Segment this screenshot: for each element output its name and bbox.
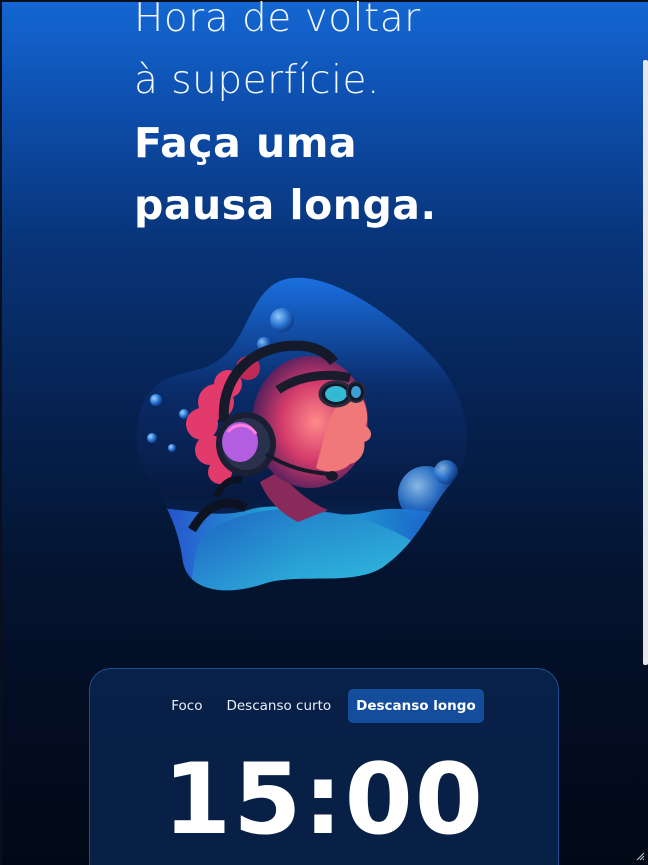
headline-line-1: Hora de voltar: [134, 0, 421, 41]
tab-descanso-longo[interactable]: Descanso longo: [348, 689, 484, 723]
bubble: [150, 394, 162, 406]
timer-mode-tabs: Foco Descanso curto Descanso longo: [90, 689, 558, 723]
bubble: [434, 460, 458, 484]
timer-card: Foco Descanso curto Descanso longo 15:00: [89, 668, 559, 865]
timer-display: 15:00: [163, 743, 485, 857]
page: Hora de voltar à superfície. Faça uma pa…: [0, 0, 648, 865]
scrollbar[interactable]: [643, 60, 648, 665]
diver-illustration: [136, 277, 467, 591]
bubble: [168, 444, 176, 452]
headline-line-2: à superfície.: [134, 58, 380, 103]
headline-line-3: Faça uma: [134, 119, 358, 167]
headline: Hora de voltar à superfície. Faça uma pa…: [134, 0, 554, 236]
tab-descanso-curto[interactable]: Descanso curto: [219, 689, 338, 723]
bubble: [147, 433, 157, 443]
resize-grip-icon[interactable]: [635, 851, 645, 861]
bubble: [270, 308, 294, 332]
window-edge-left: [0, 0, 2, 865]
headline-line-4: pausa longa.: [134, 181, 437, 229]
tab-foco[interactable]: Foco: [164, 689, 209, 723]
